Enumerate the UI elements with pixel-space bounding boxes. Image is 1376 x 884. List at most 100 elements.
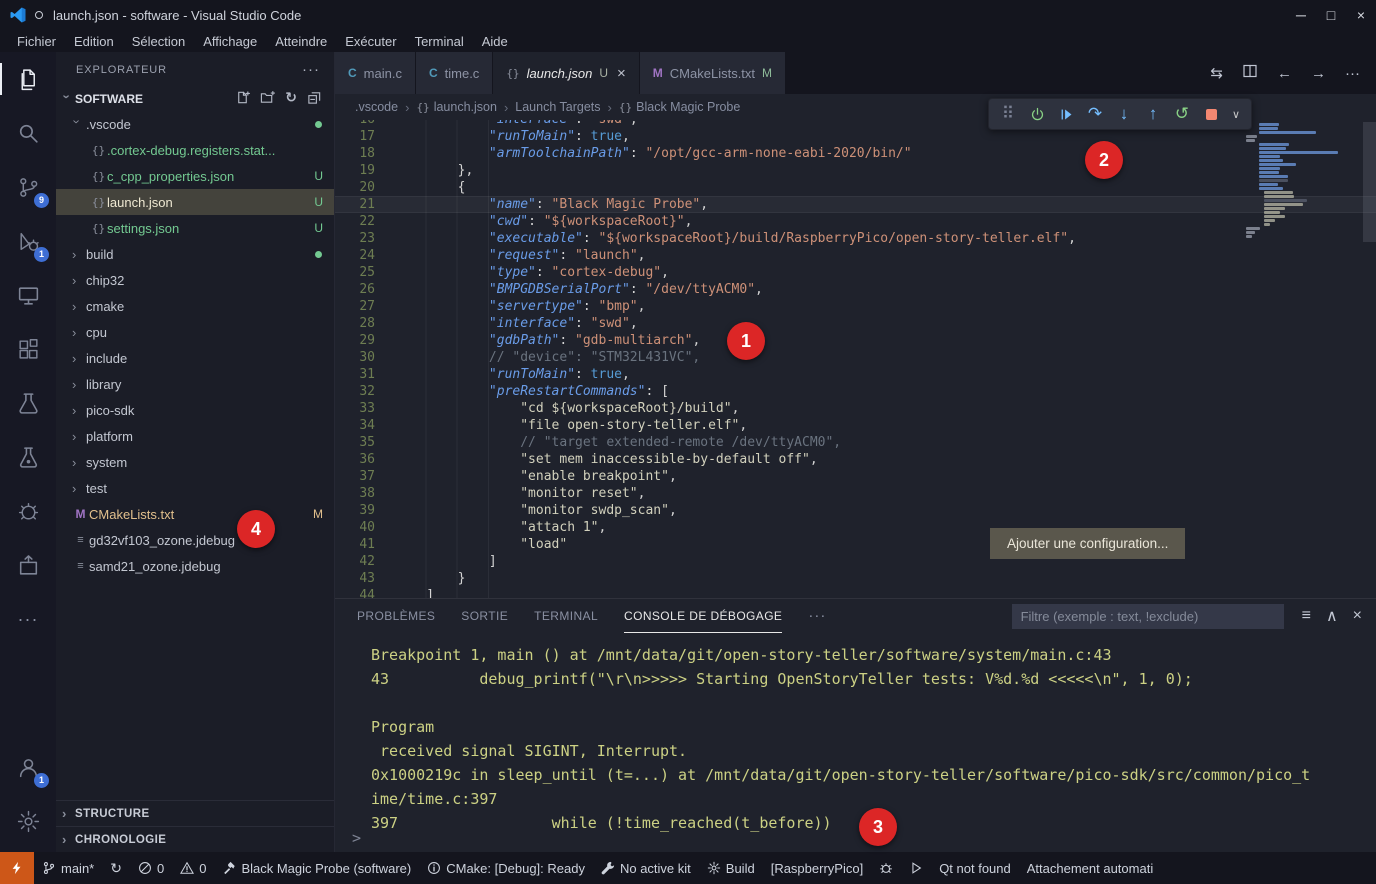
maximize-panel-icon[interactable]: ∧: [1326, 606, 1338, 626]
activity-explorer-icon[interactable]: [0, 52, 56, 106]
section-header-software[interactable]: › SOFTWARE ↻: [56, 87, 334, 111]
activity-search-icon[interactable]: [0, 106, 56, 160]
forward-icon[interactable]: →: [1311, 65, 1326, 82]
close-button[interactable]: ×: [1346, 0, 1376, 30]
new-folder-icon[interactable]: [260, 90, 275, 108]
tree-item-library[interactable]: ›library: [56, 371, 334, 397]
status-cmake-target[interactable]: [RaspberryPico]: [763, 852, 871, 884]
tree-item-test[interactable]: ›test: [56, 475, 334, 501]
breadcrumb-item[interactable]: {}launch.json: [416, 100, 497, 114]
code-editor[interactable]: 16 "interface": "swd",17 "runToMain": tr…: [335, 120, 1376, 598]
breadcrumb-item[interactable]: .vscode: [355, 100, 398, 114]
continue-icon[interactable]: [1056, 103, 1076, 125]
menu-atteindre[interactable]: Atteindre: [266, 32, 336, 51]
panel-more-icon[interactable]: ···: [808, 600, 826, 633]
status-auto-attach[interactable]: Attachement automati: [1019, 852, 1161, 884]
close-tab-icon[interactable]: ×: [617, 65, 626, 82]
close-panel-icon[interactable]: ×: [1353, 607, 1362, 625]
menu-aide[interactable]: Aide: [473, 32, 517, 51]
step-out-icon[interactable]: ↑: [1143, 103, 1163, 125]
menu-exécuter[interactable]: Exécuter: [336, 32, 405, 51]
activity-bug-round-icon[interactable]: [0, 484, 56, 538]
tree-item-samd21_ozone.jdebug[interactable]: ≡samd21_ozone.jdebug: [56, 553, 334, 579]
minimap[interactable]: [1246, 123, 1360, 239]
console-prompt[interactable]: >: [352, 829, 361, 847]
tree-item-.cortex-debug.registers.stat...[interactable]: {}.cortex-debug.registers.stat...: [56, 137, 334, 163]
status-git-branch[interactable]: main*: [34, 852, 102, 884]
tab-launch.json[interactable]: {}launch.jsonU×: [493, 52, 639, 94]
back-icon[interactable]: ←: [1277, 65, 1292, 82]
status-launch-play[interactable]: [901, 852, 931, 884]
status-cmake-kit[interactable]: No active kit: [593, 852, 699, 884]
tree-item-chip32[interactable]: ›chip32: [56, 267, 334, 293]
status-git-sync[interactable]: ↻: [102, 852, 130, 884]
tree-item-cpu[interactable]: ›cpu: [56, 319, 334, 345]
status-remote-indicator[interactable]: [0, 852, 34, 884]
clear-console-icon[interactable]: ≡: [1302, 607, 1311, 625]
tree-item-system[interactable]: ›system: [56, 449, 334, 475]
breadcrumb-item[interactable]: Launch Targets: [515, 100, 600, 114]
minimize-button[interactable]: ─: [1286, 0, 1316, 30]
activity-run-and-debug-icon[interactable]: 1: [0, 214, 56, 268]
menu-sélection[interactable]: Sélection: [123, 32, 194, 51]
editor-scrollbar[interactable]: [1363, 122, 1376, 242]
status-cmake-build[interactable]: Build: [699, 852, 763, 884]
dropdown-chevron-icon[interactable]: ∨: [1230, 103, 1242, 125]
panel-tab-problèmes[interactable]: PROBLÈMES: [357, 600, 435, 633]
status-cmake-status[interactable]: CMake: [Debug]: Ready: [419, 852, 593, 884]
split-editor-icon[interactable]: [1242, 63, 1258, 83]
status-debug-bug[interactable]: [871, 852, 901, 884]
section-structure[interactable]: ›STRUCTURE: [56, 800, 334, 826]
tree-item-gd32vf103_ozone.jdebug[interactable]: ≡gd32vf103_ozone.jdebug: [56, 527, 334, 553]
more-actions-icon[interactable]: ···: [1345, 65, 1360, 82]
tab-CMakeLists.txt[interactable]: MCMakeLists.txtM: [640, 52, 786, 94]
add-configuration-button[interactable]: Ajouter une configuration...: [990, 528, 1185, 559]
menu-edition[interactable]: Edition: [65, 32, 123, 51]
tree-item-pico-sdk[interactable]: ›pico-sdk: [56, 397, 334, 423]
tree-item-cmake[interactable]: ›cmake: [56, 293, 334, 319]
tree-item-platform[interactable]: ›platform: [56, 423, 334, 449]
tree-item-.vscode[interactable]: ›.vscode: [56, 111, 334, 137]
activity-more-actions-icon[interactable]: ···: [0, 592, 56, 646]
activity-source-control-icon[interactable]: 9: [0, 160, 56, 214]
menu-terminal[interactable]: Terminal: [406, 32, 473, 51]
menu-fichier[interactable]: Fichier: [8, 32, 65, 51]
drag-handle-icon[interactable]: ⠿: [998, 103, 1018, 125]
panel-tab-terminal[interactable]: TERMINAL: [534, 600, 598, 633]
restart-icon[interactable]: ↺: [1172, 103, 1192, 125]
console-filter-input[interactable]: [1012, 604, 1284, 629]
new-file-icon[interactable]: [235, 90, 250, 108]
stop-icon[interactable]: [1201, 103, 1221, 125]
panel-tab-console-de-débogage[interactable]: CONSOLE DE DÉBOGAGE: [624, 600, 782, 633]
activity-remote-explorer-icon[interactable]: [0, 268, 56, 322]
activity-extensions-icon[interactable]: [0, 322, 56, 376]
panel-tab-sortie[interactable]: SORTIE: [461, 600, 508, 633]
step-over-icon[interactable]: ↷: [1085, 103, 1105, 125]
activity-package-icon[interactable]: [0, 538, 56, 592]
sidebar-more-icon[interactable]: ···: [302, 61, 320, 78]
status-warnings[interactable]: 0: [172, 852, 214, 884]
open-changes-icon[interactable]: ⇆: [1210, 64, 1223, 82]
status-errors[interactable]: 0: [130, 852, 172, 884]
activity-account-icon[interactable]: 1: [0, 740, 56, 794]
breadcrumb-item[interactable]: {}Black Magic Probe: [619, 100, 740, 114]
tree-item-settings.json[interactable]: {}settings.jsonU: [56, 215, 334, 241]
collapse-folders-icon[interactable]: [307, 90, 322, 108]
activity-flask-icon[interactable]: [0, 430, 56, 484]
tab-main.c[interactable]: Cmain.c: [335, 52, 416, 94]
activity-settings-gear-icon[interactable]: [0, 794, 56, 848]
maximize-button[interactable]: □: [1316, 0, 1346, 30]
activity-testing-beaker-icon[interactable]: [0, 376, 56, 430]
section-chronologie[interactable]: ›CHRONOLOGIE: [56, 826, 334, 852]
status-debug-config[interactable]: Black Magic Probe (software): [214, 852, 419, 884]
step-into-icon[interactable]: ↓: [1114, 103, 1134, 125]
tree-item-launch.json[interactable]: {}launch.jsonU: [56, 189, 334, 215]
tree-item-c_cpp_properties.json[interactable]: {}c_cpp_properties.jsonU: [56, 163, 334, 189]
status-qt-status[interactable]: Qt not found: [931, 852, 1019, 884]
tree-item-include[interactable]: ›include: [56, 345, 334, 371]
tree-item-CMakeLists.txt[interactable]: MCMakeLists.txtM: [56, 501, 334, 527]
menu-affichage[interactable]: Affichage: [194, 32, 266, 51]
refresh-icon[interactable]: ↻: [285, 90, 297, 108]
power-icon[interactable]: [1027, 103, 1047, 125]
tree-item-build[interactable]: ›build: [56, 241, 334, 267]
